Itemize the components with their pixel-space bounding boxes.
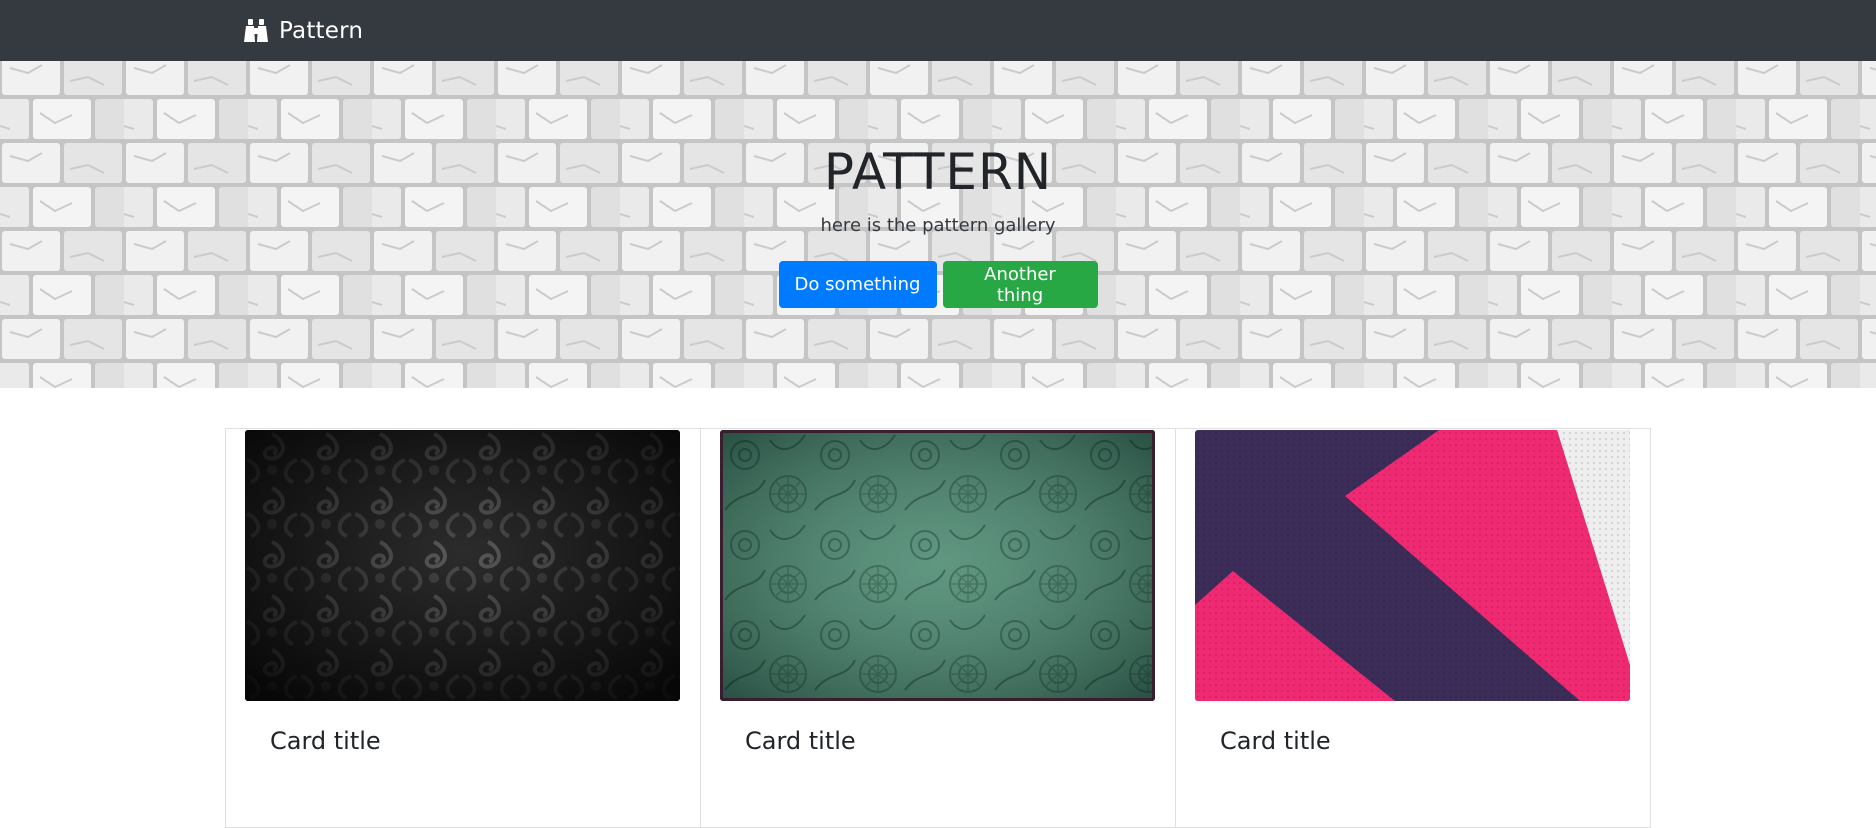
card-gallery: Card title Card title Card title (225, 428, 1651, 828)
card-2: Card title (700, 428, 1176, 828)
card-1-title: Card title (270, 727, 381, 755)
card-1-image (245, 430, 680, 701)
card-3-image (1195, 430, 1630, 701)
navbar: Pattern (0, 0, 1876, 61)
do-something-button[interactable]: Do something (778, 261, 937, 308)
hero-actions: Do something Another thing (0, 261, 1876, 308)
navbar-brand[interactable]: Pattern (243, 0, 363, 61)
another-thing-button[interactable]: Another thing (942, 261, 1098, 308)
hero-jumbotron: PATTERN here is the pattern gallery Do s… (0, 61, 1876, 388)
card-2-image (720, 430, 1155, 701)
card-2-title: Card title (745, 727, 856, 755)
card-3-title: Card title (1220, 727, 1331, 755)
card-3: Card title (1175, 428, 1651, 828)
brand-text: Pattern (279, 17, 364, 44)
card-1: Card title (225, 428, 701, 828)
binoculars-icon (244, 18, 268, 42)
hero-subtitle: here is the pattern gallery (820, 215, 1056, 236)
hero-title: PATTERN (823, 143, 1053, 201)
